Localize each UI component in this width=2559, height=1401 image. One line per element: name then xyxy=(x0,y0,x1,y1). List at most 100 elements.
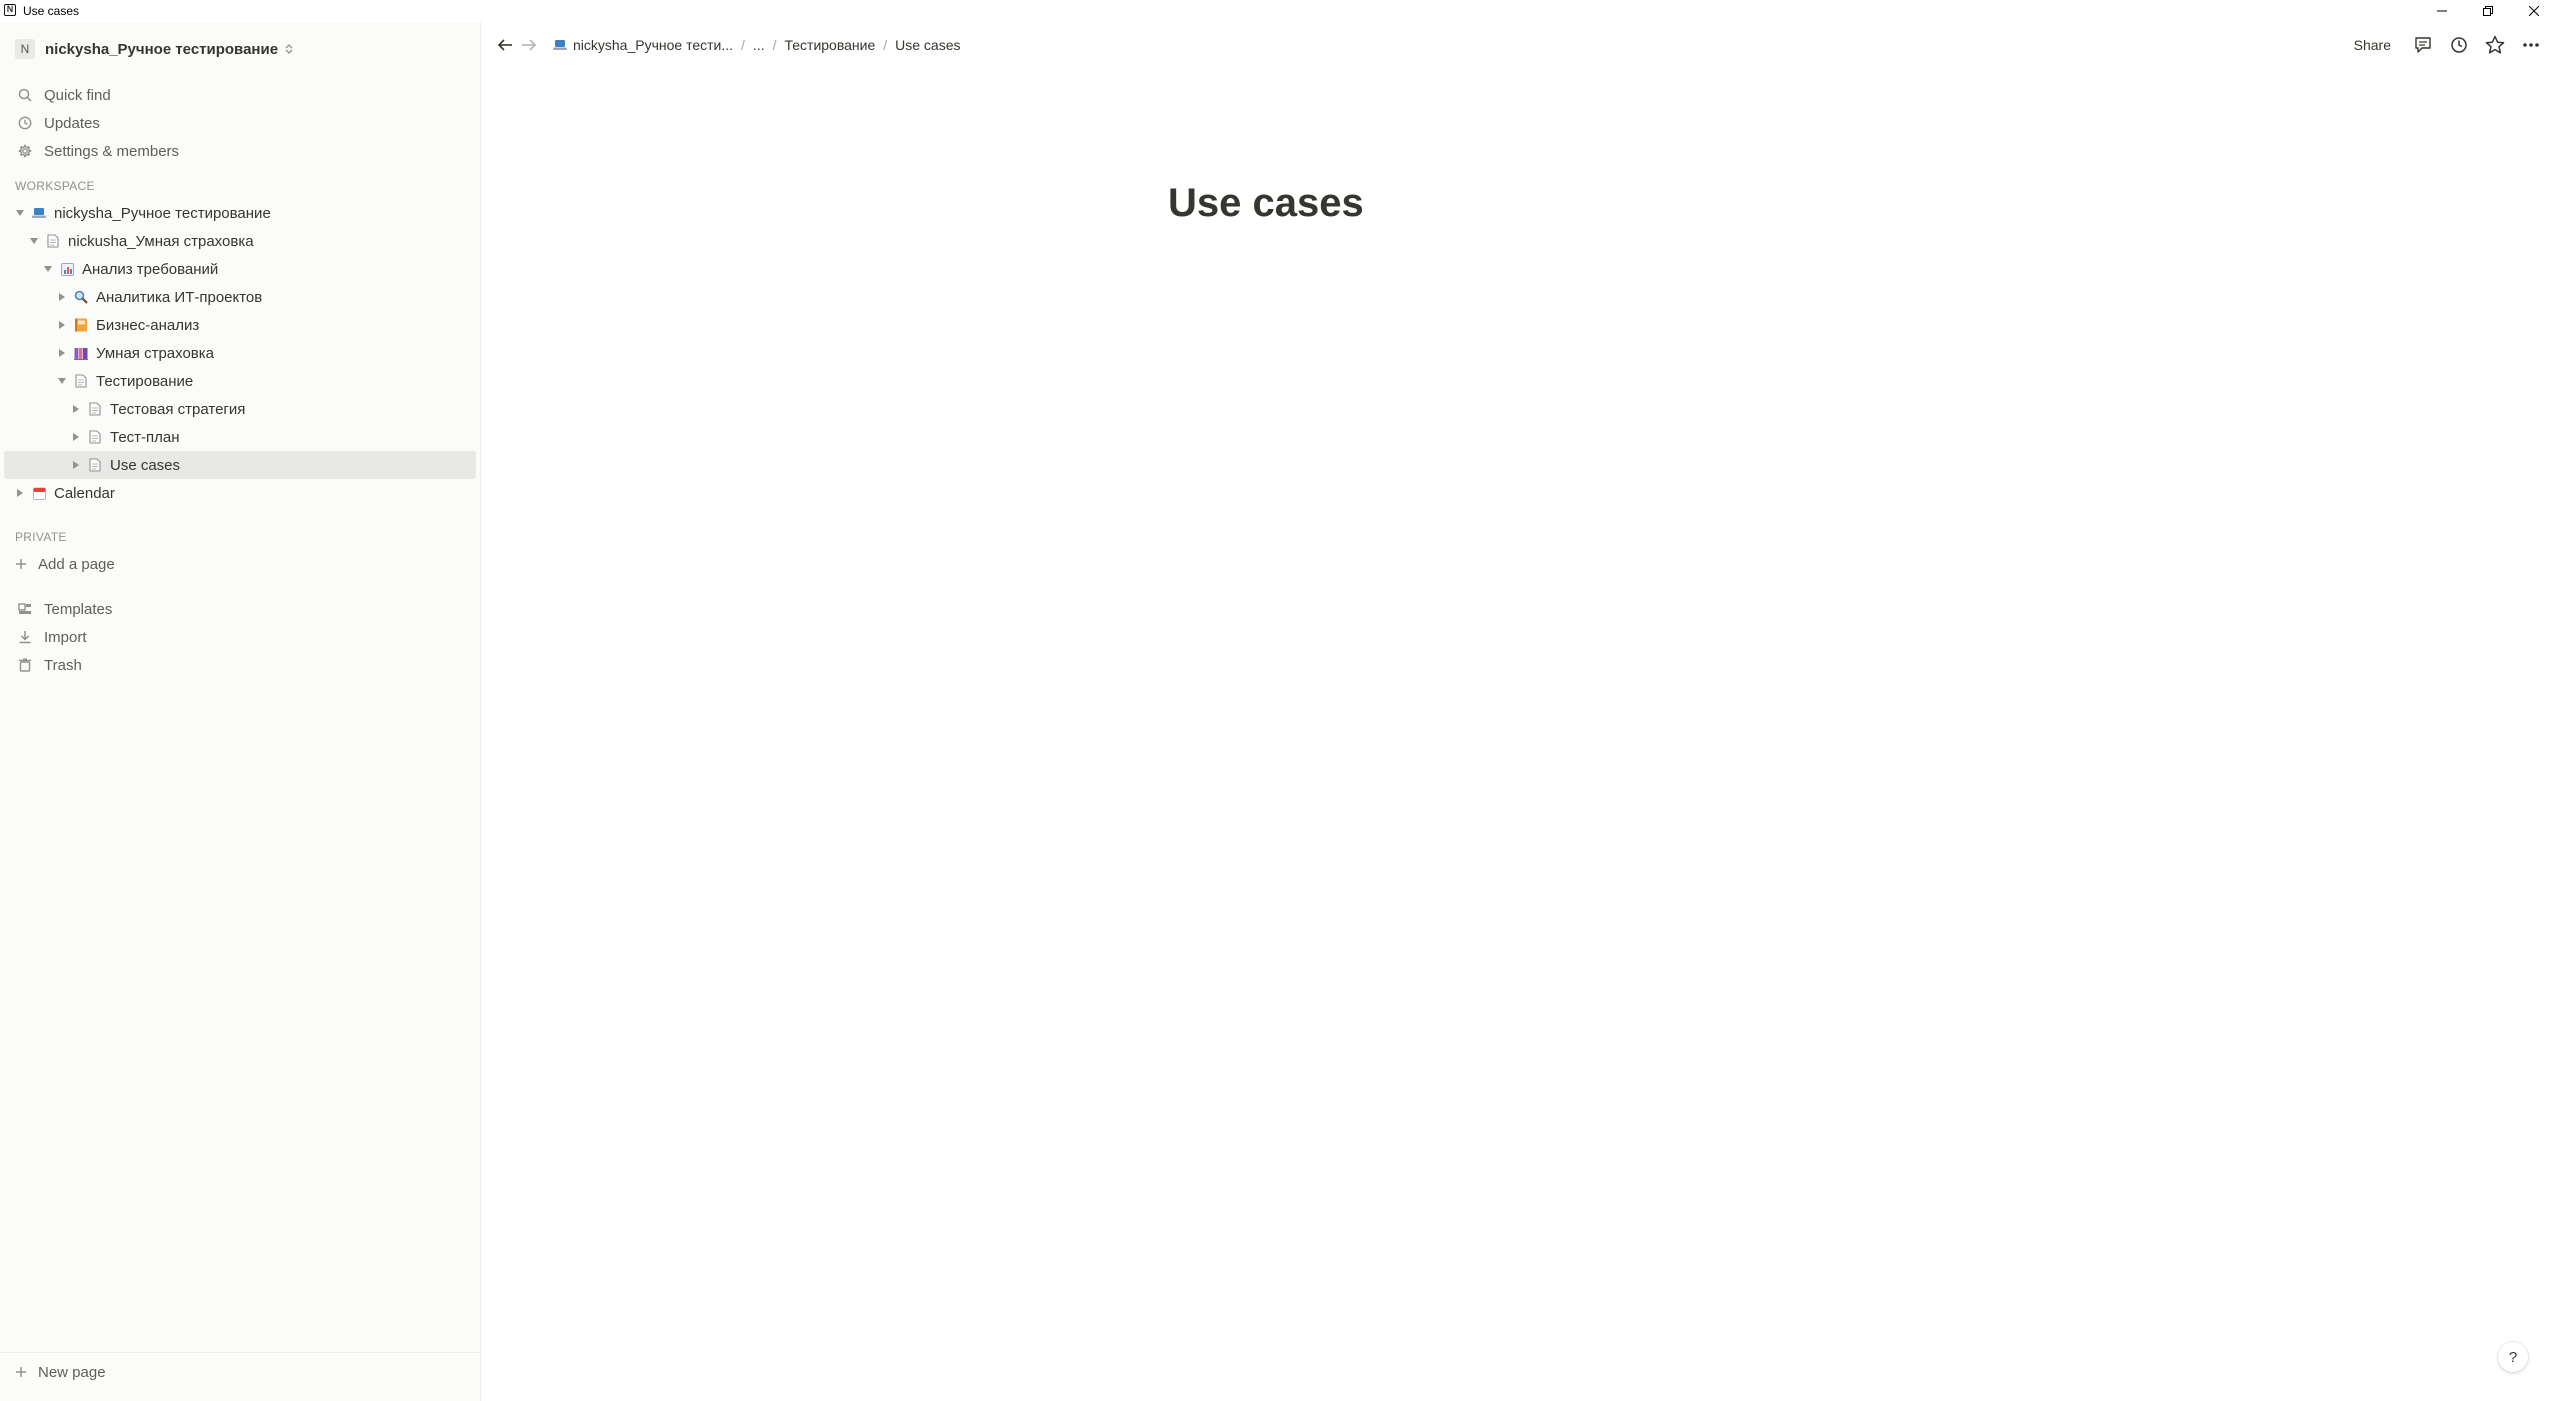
page-icon xyxy=(86,428,104,446)
favorite-button[interactable] xyxy=(2481,31,2509,59)
updates-button[interactable] xyxy=(2445,31,2473,59)
triangle-right-icon[interactable] xyxy=(54,317,70,333)
triangle-down-icon[interactable] xyxy=(40,261,56,277)
arrow-right-icon xyxy=(522,39,537,51)
breadcrumb-root[interactable]: nickysha_Ручное тести... xyxy=(549,35,737,55)
breadcrumb-separator: / xyxy=(741,37,745,53)
tree-item-requirements[interactable]: Анализ требований xyxy=(4,255,476,283)
templates-item[interactable]: Templates xyxy=(0,595,476,623)
tree-item-label: Тест-план xyxy=(110,428,180,446)
laptop-emoji-icon xyxy=(553,39,567,51)
forward-button[interactable] xyxy=(517,33,541,57)
new-page-label: New page xyxy=(38,1363,106,1381)
minimize-icon xyxy=(2437,10,2447,12)
triangle-right-icon[interactable] xyxy=(54,289,70,305)
triangle-right-icon[interactable] xyxy=(54,345,70,361)
notion-app-icon: N xyxy=(4,4,16,16)
tree-item-label: nickysha_Ручное тестирование xyxy=(54,204,271,222)
close-button[interactable] xyxy=(2511,0,2557,22)
workspace-switcher[interactable]: N nickysha_Ручное тестирование xyxy=(8,34,294,64)
tree-item-label: Умная страховка xyxy=(96,344,215,362)
books-emoji-icon xyxy=(72,344,90,362)
tree-item-use-cases[interactable]: Use cases xyxy=(4,451,476,479)
breadcrumb-testing[interactable]: Тестирование xyxy=(780,35,879,55)
back-button[interactable] xyxy=(493,33,517,57)
settings-members-item[interactable]: Settings & members xyxy=(0,137,476,165)
tree-item-label: Аналитика ИТ-проектов xyxy=(96,288,263,306)
tree-item-business-analysis[interactable]: Бизнес-анализ xyxy=(4,311,476,339)
minimize-button[interactable] xyxy=(2419,0,2465,22)
new-page-button[interactable]: New page xyxy=(0,1358,476,1386)
workspace-section-label: WORKSPACE xyxy=(15,179,95,193)
main-content: nickysha_Ручное тести... / ... / Тестиро… xyxy=(481,22,2559,1401)
breadcrumb-ellipsis[interactable]: ... xyxy=(749,35,769,55)
gear-icon xyxy=(16,142,34,160)
more-button[interactable] xyxy=(2517,31,2545,59)
tree-item-root[interactable]: nickysha_Ручное тестирование xyxy=(4,199,476,227)
triangle-down-icon[interactable] xyxy=(12,205,28,221)
trash-label: Trash xyxy=(44,656,82,674)
plus-icon xyxy=(12,1363,30,1381)
updates-item[interactable]: Updates xyxy=(0,109,476,137)
restore-button[interactable] xyxy=(2465,0,2511,22)
page-title[interactable]: Use cases xyxy=(1168,181,1364,226)
triangle-down-icon[interactable] xyxy=(54,373,70,389)
page-icon xyxy=(72,372,90,390)
quick-find-label: Quick find xyxy=(44,86,111,104)
share-button[interactable]: Share xyxy=(2354,37,2391,53)
breadcrumb: nickysha_Ручное тести... / ... / Тестиро… xyxy=(549,35,965,55)
comments-button[interactable] xyxy=(2409,31,2437,59)
window-title: Use cases xyxy=(23,4,80,18)
triangle-right-icon[interactable] xyxy=(12,485,28,501)
sidebar: N nickysha_Ручное тестирование Quick fin… xyxy=(0,22,481,1401)
breadcrumb-current[interactable]: Use cases xyxy=(891,35,964,55)
tree-item-label: Анализ требований xyxy=(82,260,219,278)
triangle-right-icon[interactable] xyxy=(68,429,84,445)
help-button[interactable]: ? xyxy=(2498,1342,2528,1372)
plus-icon xyxy=(12,555,30,573)
workspace-avatar: N xyxy=(15,39,35,59)
tree-item-test-strategy[interactable]: Тестовая стратегия xyxy=(4,395,476,423)
workspace-name: nickysha_Ручное тестирование xyxy=(45,40,279,58)
top-actions: Share xyxy=(2354,22,2559,68)
tree-item-project[interactable]: nickusha_Умная страховка xyxy=(4,227,476,255)
trash-icon xyxy=(16,656,34,674)
tree-item-test-plan[interactable]: Тест-план xyxy=(4,423,476,451)
breadcrumb-current-label: Use cases xyxy=(895,37,961,53)
tree-item-analytics[interactable]: Аналитика ИТ-проектов xyxy=(4,283,476,311)
page-icon xyxy=(86,400,104,418)
calendar-emoji-icon xyxy=(30,484,48,502)
quick-find-item[interactable]: Quick find xyxy=(0,81,476,109)
tree-item-testing[interactable]: Тестирование xyxy=(4,367,476,395)
trash-item[interactable]: Trash xyxy=(0,651,476,679)
chevron-updown-icon xyxy=(285,44,293,54)
triangle-right-icon[interactable] xyxy=(68,401,84,417)
sidebar-footer: New page xyxy=(0,1352,480,1381)
tree-item-smart-insurance[interactable]: Умная страховка xyxy=(4,339,476,367)
breadcrumb-ellipsis-label: ... xyxy=(752,37,765,53)
search-icon xyxy=(16,86,34,104)
chart-emoji-icon xyxy=(58,260,76,278)
add-page-button[interactable]: Add a page xyxy=(0,550,476,578)
notebook-emoji-icon xyxy=(72,316,90,334)
tree-item-label: nickusha_Умная страховка xyxy=(68,232,254,250)
magnifier-emoji-icon xyxy=(72,288,90,306)
breadcrumb-separator: / xyxy=(772,37,777,53)
page-icon xyxy=(44,232,62,250)
updates-label: Updates xyxy=(44,114,100,132)
tree-item-label: Тестирование xyxy=(96,372,194,390)
tree-item-calendar[interactable]: Calendar xyxy=(4,479,476,507)
triangle-right-icon[interactable] xyxy=(68,457,84,473)
tree-item-label: Use cases xyxy=(110,456,181,474)
triangle-down-icon[interactable] xyxy=(26,233,42,249)
window-titlebar: N Use cases xyxy=(0,0,2559,22)
tree-item-label: Бизнес-анализ xyxy=(96,316,200,334)
clock-icon xyxy=(2451,37,2467,53)
restore-icon xyxy=(2483,6,2493,16)
private-section-label: PRIVATE xyxy=(15,530,67,544)
tree-item-label: Calendar xyxy=(54,484,115,502)
add-page-label: Add a page xyxy=(38,555,115,573)
import-item[interactable]: Import xyxy=(0,623,476,651)
settings-members-label: Settings & members xyxy=(44,142,180,160)
more-horizontal-icon xyxy=(2523,43,2539,47)
